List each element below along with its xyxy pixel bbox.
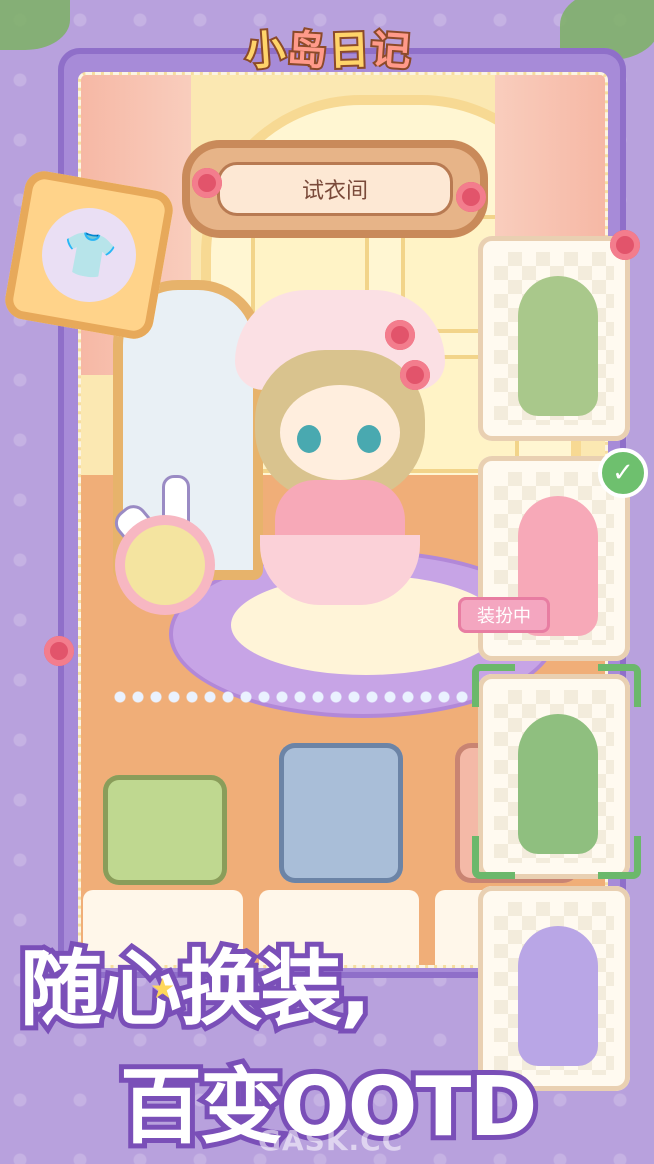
logo-char: 岛: [284, 25, 330, 77]
outfit-preview: [518, 276, 598, 416]
rose-decoration: [192, 168, 222, 198]
shirt-hanger-icon: 👕: [34, 200, 144, 310]
blue-shirt-stack[interactable]: [279, 743, 403, 883]
game-logo: 小 岛 日 记: [242, 14, 415, 80]
logo-char: 日: [326, 25, 372, 76]
wardrobe-button[interactable]: 👕: [2, 168, 176, 342]
bunny-pet: [109, 475, 210, 615]
logo-char: 记: [367, 25, 414, 78]
equipped-check-icon: ✓: [598, 448, 648, 498]
slogan-line-1: 随心换装,: [15, 937, 376, 1042]
rose-decoration: [610, 230, 640, 260]
player-avatar[interactable]: [235, 290, 445, 630]
selection-corner-bl: [472, 836, 515, 879]
outfit-preview: [518, 714, 598, 854]
rose-decoration: [456, 182, 486, 212]
selection-corner-br: [598, 836, 641, 879]
watermark: GASK.CC: [258, 1124, 404, 1157]
green-shirt-stack[interactable]: [103, 775, 227, 885]
outfit-card-green[interactable]: [478, 236, 630, 441]
room-title: 试衣间: [217, 162, 453, 216]
equipped-badge: 装扮中: [458, 597, 550, 633]
selection-corner-tr: [598, 664, 641, 707]
logo-char: 小: [242, 25, 289, 78]
star-decoration: ★: [150, 972, 176, 1005]
selection-corner-tl: [472, 664, 515, 707]
rose-decoration: [44, 636, 74, 666]
room-title-plate: 试衣间: [190, 148, 480, 230]
